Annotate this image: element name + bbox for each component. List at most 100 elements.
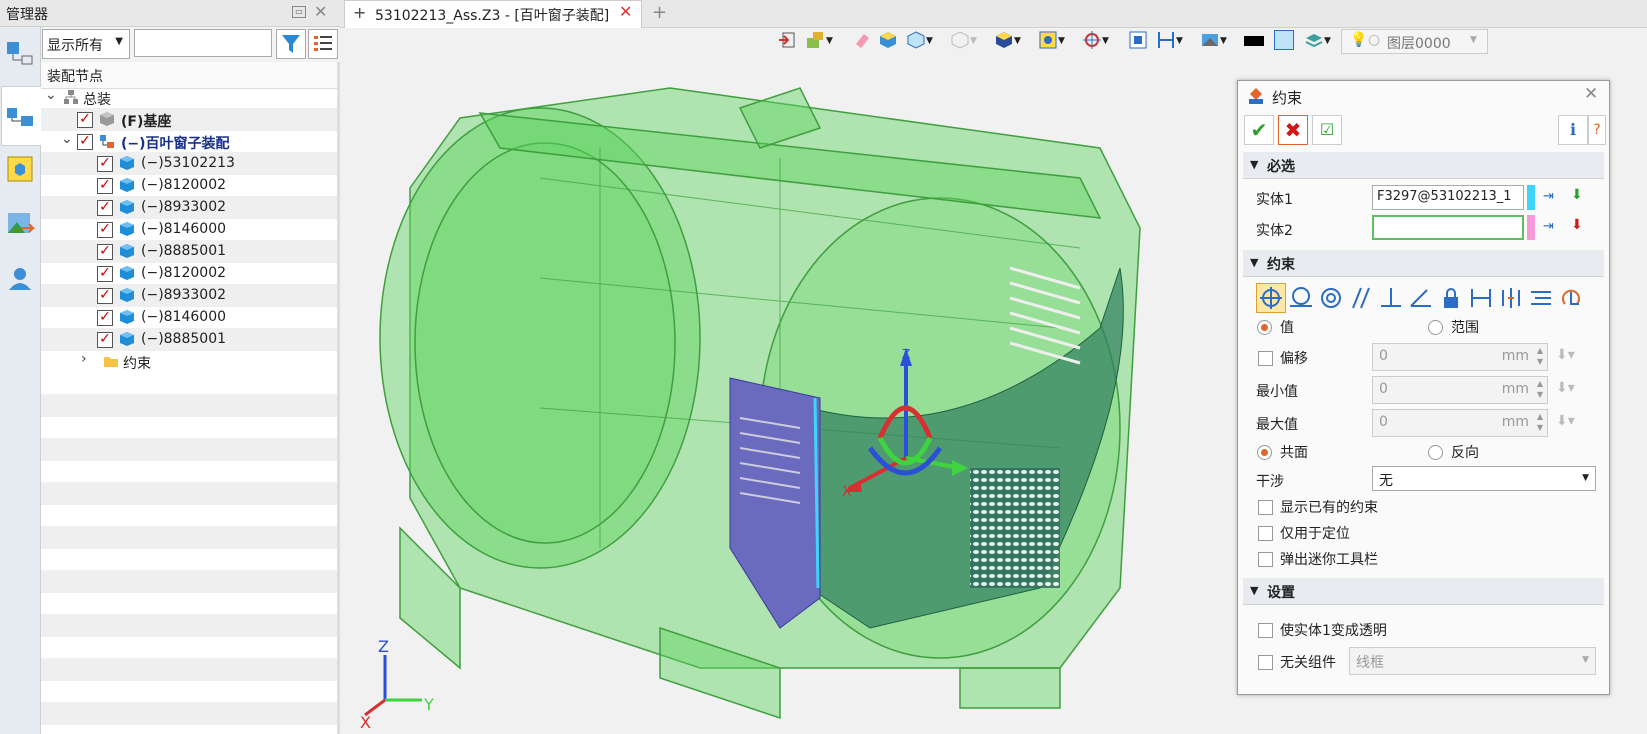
tree-row[interactable]: ✓ (−)8885001 — [41, 328, 337, 351]
search-input[interactable] — [134, 29, 272, 57]
download-disabled-icon: ⬇▾ — [1556, 413, 1575, 429]
parallel-icon[interactable] — [1346, 283, 1376, 313]
visibility-checkbox[interactable]: ✓ — [97, 332, 113, 348]
folder-icon — [103, 353, 119, 369]
info-button[interactable]: ℹ — [1558, 115, 1588, 145]
tree-row[interactable]: ✓ (−)8933002 — [41, 196, 337, 219]
distance-icon[interactable] — [1466, 283, 1496, 313]
color-black-swatch[interactable] — [1244, 36, 1264, 46]
tree-empty-row — [41, 570, 337, 593]
tree-row[interactable]: ✓ (F)基座 — [41, 108, 337, 131]
mini-toolbar-checkbox[interactable] — [1258, 552, 1273, 567]
history-manager-icon[interactable] — [3, 36, 37, 70]
section-settings-header[interactable]: ▼ 设置 — [1243, 578, 1604, 605]
visibility-checkbox[interactable]: ✓ — [97, 266, 113, 282]
transparent-label: 使实体1变成透明 — [1280, 623, 1387, 639]
entity1-field[interactable]: F3297@53102213_1 — [1372, 185, 1524, 210]
display-filter-select[interactable]: 显示所有 ▼ — [42, 29, 130, 59]
tree-row[interactable]: ✓ (−)8146000 — [41, 306, 337, 329]
filter-icon[interactable] — [276, 29, 306, 59]
transparent-checkbox[interactable] — [1258, 623, 1273, 638]
layer-select[interactable]: 💡 ○ 图层0000 ▼ — [1341, 29, 1488, 54]
visibility-checkbox[interactable]: ✓ — [97, 310, 113, 326]
view-manager-icon[interactable] — [3, 152, 37, 186]
reverse-radio[interactable] — [1428, 445, 1443, 460]
color-lightblue-swatch[interactable] — [1274, 30, 1294, 50]
offset-checkbox[interactable] — [1258, 351, 1273, 366]
close-tab-icon[interactable]: ✕ — [619, 2, 632, 21]
assembly-manager-icon[interactable] — [3, 98, 37, 132]
tree-empty-row — [41, 438, 337, 461]
visibility-checkbox[interactable]: ✓ — [77, 134, 93, 150]
collapse-icon[interactable]: ⌄ — [61, 131, 73, 147]
display-filter-value: 显示所有 — [47, 38, 103, 54]
visibility-checkbox[interactable]: ✓ — [97, 178, 113, 194]
tree-empty-row — [41, 394, 337, 417]
lock-icon[interactable] — [1436, 283, 1466, 313]
tree-row[interactable]: ⌄ ✓ (−)百叶窗子装配 — [41, 130, 337, 153]
assembly-root-icon — [63, 89, 79, 105]
visibility-checkbox[interactable]: ✓ — [97, 200, 113, 216]
visibility-checkbox[interactable]: ✓ — [97, 156, 113, 172]
document-tab[interactable]: + 53102213_Ass.Z3 - [百叶窗子装配] ✕ — [344, 0, 642, 28]
part-cube-icon — [119, 199, 135, 215]
new-tab-icon[interactable]: + — [652, 2, 667, 23]
expand-icon[interactable]: › — [81, 351, 87, 367]
image-manager-icon[interactable] — [3, 208, 37, 242]
layer-stack-icon[interactable] — [1304, 30, 1324, 50]
collapse-icon[interactable]: ⌄ — [45, 87, 57, 103]
download-green-icon[interactable]: ⬇ — [1571, 187, 1583, 203]
help-button[interactable]: ? — [1588, 115, 1606, 145]
unrelated-checkbox[interactable] — [1258, 655, 1273, 670]
show-existing-checkbox[interactable] — [1258, 500, 1273, 515]
user-manager-icon[interactable] — [3, 262, 37, 296]
tree-empty-row — [41, 526, 337, 549]
section-constraint-header[interactable]: ▼ 约束 — [1243, 250, 1604, 277]
list-options-icon[interactable] — [308, 29, 338, 59]
concentric-icon[interactable] — [1316, 283, 1346, 313]
section-required-header[interactable]: ▼ 必选 — [1243, 152, 1604, 179]
tree-row[interactable]: ✓ (−)53102213 — [41, 152, 337, 175]
coincident-icon[interactable] — [1256, 283, 1286, 313]
align-icon[interactable] — [1526, 283, 1556, 313]
perpendicular-icon[interactable] — [1376, 283, 1406, 313]
close-icon[interactable]: ✕ — [1584, 84, 1598, 104]
visibility-checkbox[interactable]: ✓ — [77, 112, 93, 128]
close-icon[interactable]: ✕ — [314, 2, 327, 21]
value-radio[interactable] — [1257, 320, 1272, 335]
tree-label: (−)53102213 — [141, 155, 235, 171]
tree-row[interactable]: ✓ (−)8120002 — [41, 262, 337, 285]
tree-row[interactable]: ✓ (−)8885001 — [41, 240, 337, 263]
entity2-field[interactable] — [1372, 215, 1524, 240]
svg-text:Z: Z — [902, 347, 910, 361]
tree-row[interactable]: ✓ (−)8120002 — [41, 174, 337, 197]
tree-label: 总装 — [83, 92, 111, 108]
reverse-radio-label: 反向 — [1451, 445, 1479, 461]
tree-empty-row — [41, 482, 337, 505]
range-radio[interactable] — [1428, 320, 1443, 335]
tree-row-root[interactable]: ⌄ 总装 — [41, 86, 337, 109]
position-only-checkbox[interactable] — [1258, 526, 1273, 541]
ok-button[interactable]: ✔ — [1244, 115, 1274, 145]
tree-row[interactable]: ✓ (−)8933002 — [41, 284, 337, 307]
position-only-label: 仅用于定位 — [1280, 526, 1350, 542]
visibility-checkbox[interactable]: ✓ — [97, 222, 113, 238]
center-symmetric-icon[interactable] — [1496, 283, 1526, 313]
offset-input: 0 mm ▲ ▼ — [1372, 343, 1548, 371]
pick-filter-icon[interactable]: ⇥ — [1543, 219, 1554, 234]
pick-filter-icon[interactable]: ⇥ — [1543, 189, 1554, 204]
pin-icon[interactable]: ▭ — [292, 6, 306, 18]
coplanar-radio[interactable] — [1257, 445, 1272, 460]
cancel-button[interactable]: ✖ — [1278, 115, 1308, 145]
apply-button[interactable]: ☑ — [1312, 115, 1342, 145]
rotate-icon[interactable] — [1556, 283, 1586, 313]
visibility-checkbox[interactable]: ✓ — [97, 244, 113, 260]
tree-row[interactable]: › 约束 — [41, 350, 337, 373]
download-red-icon[interactable]: ⬇ — [1571, 217, 1583, 233]
interference-select[interactable]: 无 ▼ — [1372, 466, 1596, 491]
angle-icon[interactable] — [1406, 283, 1436, 313]
visibility-checkbox[interactable]: ✓ — [97, 288, 113, 304]
tree-row[interactable]: ✓ (−)8146000 — [41, 218, 337, 241]
motor-assembly-model[interactable]: Z X — [340, 28, 1240, 734]
tangent-icon[interactable] — [1286, 283, 1316, 313]
